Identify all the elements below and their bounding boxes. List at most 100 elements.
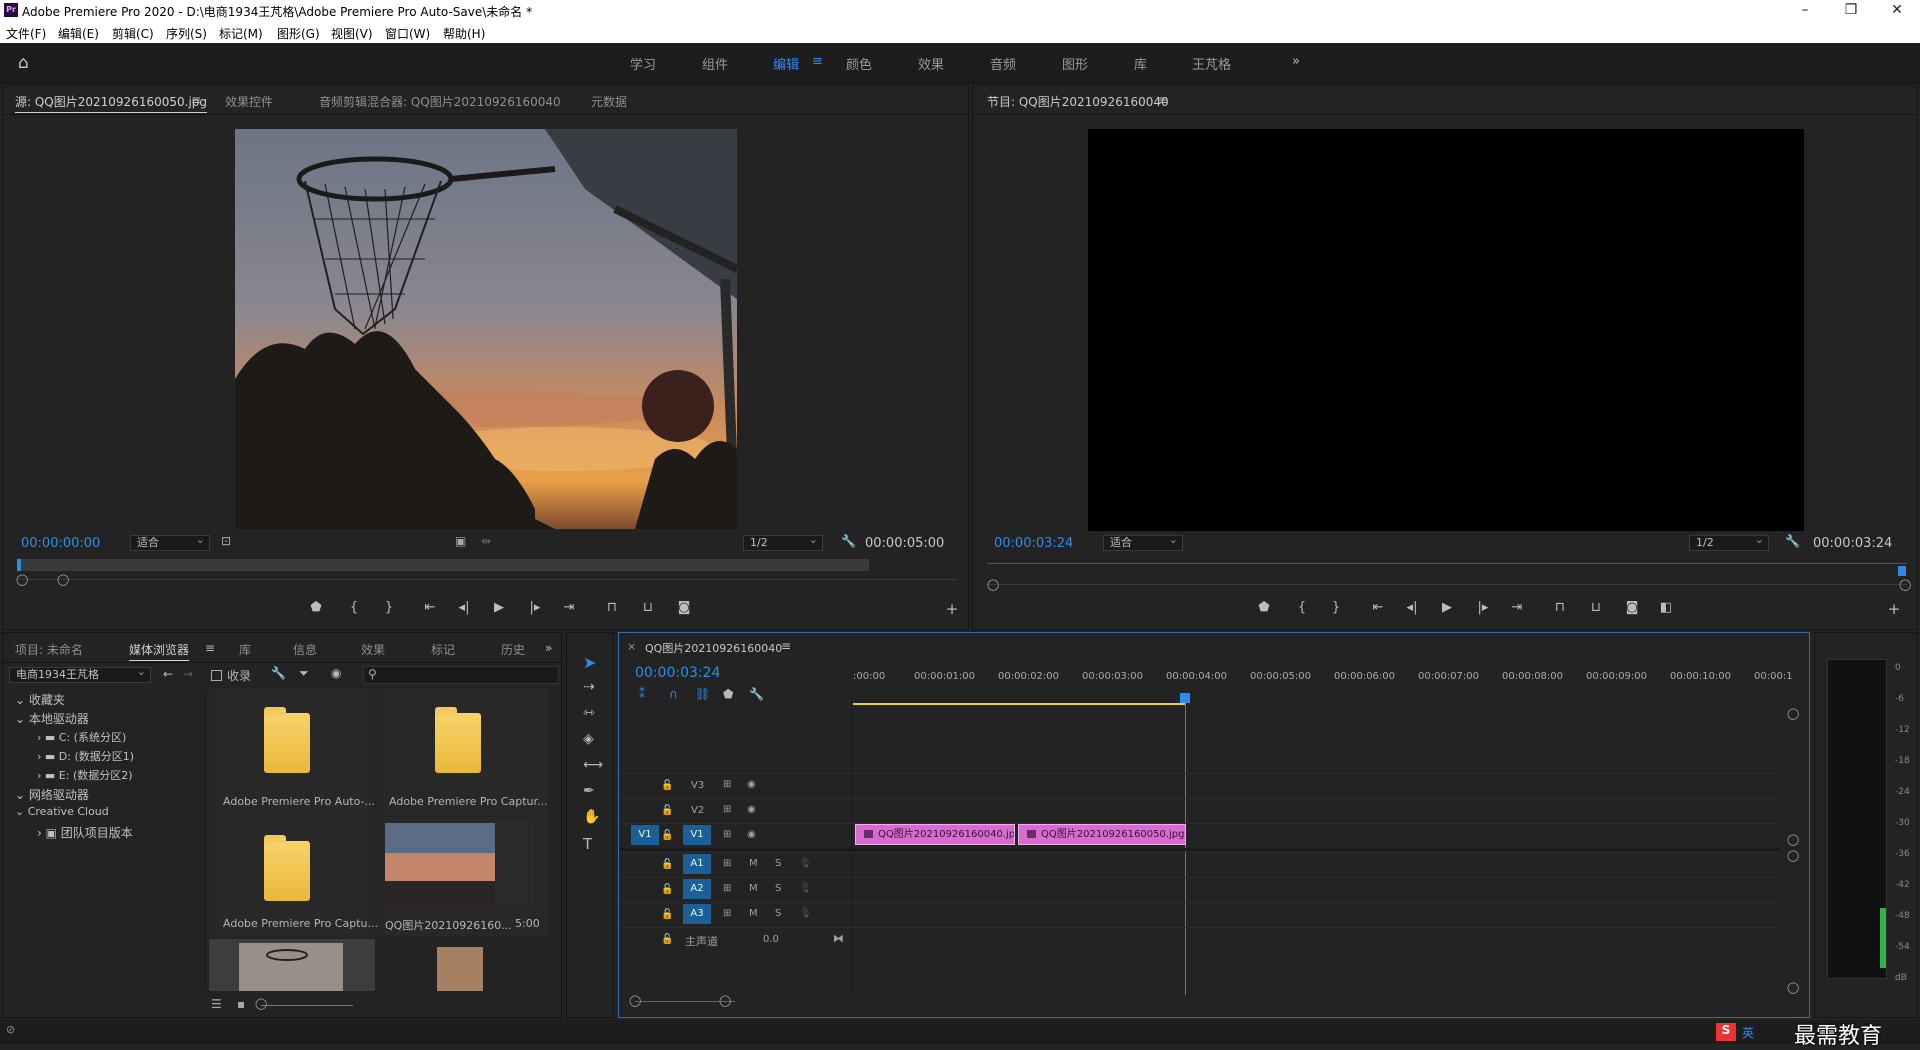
source-settings-icon[interactable]: ⊡	[221, 534, 231, 548]
filter-icon[interactable]: ⏷	[299, 666, 309, 681]
export-frame-icon[interactable]: ◙	[675, 600, 693, 615]
timeline-settings-icon[interactable]: 🔧	[749, 687, 764, 701]
overwrite-icon[interactable]: ⊔	[639, 600, 657, 615]
program-panel-menu-icon[interactable]: ≡	[1158, 93, 1168, 107]
eye-icon[interactable]: ◉	[747, 829, 756, 840]
tree-network-drives[interactable]: ⌄ 网络驱动器	[15, 786, 89, 803]
track-a1-label[interactable]: A1	[683, 854, 711, 874]
mic-icon[interactable]: 🎙	[799, 883, 812, 894]
program-fit-dropdown[interactable]: 适合	[1103, 533, 1183, 551]
video-scroll-handle-bottom[interactable]: ◯	[1787, 833, 1799, 846]
sync-lock-icon[interactable]: ⊞	[723, 779, 731, 790]
slip-tool-icon[interactable]: ⟷	[583, 757, 603, 773]
source-playhead[interactable]	[17, 559, 21, 571]
mark-out-icon[interactable]: }	[380, 600, 398, 615]
program-playhead[interactable]	[1898, 566, 1906, 576]
zoom-slider[interactable]	[261, 1005, 353, 1006]
mute-button[interactable]: M	[749, 883, 758, 894]
selection-tool-icon[interactable]: ➤	[583, 653, 596, 672]
more-workspaces-icon[interactable]: »	[1292, 54, 1300, 69]
sync-lock-icon[interactable]: ⊞	[723, 858, 731, 869]
source-playhead-timecode[interactable]: 00:00:00:00	[21, 536, 100, 551]
menu-edit[interactable]: 编辑(E)	[58, 25, 99, 42]
media-item-autosave[interactable]: Adobe Premiere Pro Auto-...	[209, 689, 375, 815]
workspace-libraries[interactable]: 库	[1134, 54, 1147, 73]
master-bowtie-icon[interactable]: ⧓	[833, 932, 844, 945]
media-item-qq-image[interactable]: QQ图片20210926160... 5:00	[377, 817, 547, 937]
program-play-icon[interactable]: ▶	[1438, 600, 1456, 615]
tab-source[interactable]: 源: QQ图片20210926160050.jpg	[15, 93, 208, 113]
close-sequence-icon[interactable]: ×	[627, 640, 636, 653]
solo-button[interactable]: S	[775, 858, 781, 869]
tree-drive-e[interactable]: › ▬ E: (数据分区2)	[37, 767, 133, 783]
location-dropdown[interactable]: 电商1934王芃格	[9, 665, 151, 683]
extract-icon[interactable]: ⊔	[1587, 600, 1605, 615]
tab-info[interactable]: 信息	[293, 641, 317, 658]
home-icon[interactable]: ⌂	[18, 53, 29, 73]
workspace-color[interactable]: 颜色	[846, 54, 872, 73]
program-zoom-handle-left[interactable]: ◯	[987, 578, 999, 591]
workspace-editing[interactable]: 编辑	[773, 54, 799, 73]
timeline-zoom-handle-left[interactable]: ◯	[629, 994, 641, 1007]
lock-icon[interactable]: 🔓	[661, 780, 673, 791]
program-go-to-in-icon[interactable]: ⇤	[1369, 600, 1387, 615]
mute-button[interactable]: M	[749, 858, 758, 869]
search-input[interactable]: ⚲	[363, 666, 559, 684]
tree-drive-d[interactable]: › ▬ D: (数据分区1)	[37, 748, 134, 764]
mark-in-icon[interactable]: {	[345, 600, 363, 615]
track-a3-label[interactable]: A3	[683, 904, 711, 924]
workspace-audio[interactable]: 音频	[990, 54, 1016, 73]
source-resolution-dropdown[interactable]: 1/2	[743, 533, 823, 551]
audio-scroll-handle-bottom[interactable]: ◯	[1787, 981, 1799, 994]
comparison-view-icon[interactable]: ◧	[1657, 600, 1675, 615]
mic-icon[interactable]: 🎙	[799, 908, 812, 919]
ingest-checkbox[interactable]	[211, 670, 222, 681]
media-item-capture-1[interactable]: Adobe Premiere Pro Captur...	[377, 689, 548, 815]
track-v1-label[interactable]: V1	[683, 825, 711, 845]
go-to-out-icon[interactable]: ⇥	[560, 600, 578, 615]
step-back-icon[interactable]: ◂|	[455, 600, 473, 615]
tab-effects[interactable]: 效果	[361, 641, 385, 658]
tree-favorites[interactable]: ⌄ 收藏夹	[15, 691, 65, 708]
tab-markers[interactable]: 标记	[431, 641, 455, 658]
razor-tool-icon[interactable]: ◈	[583, 731, 594, 747]
source-drag-video-icon[interactable]: ▣	[455, 534, 466, 548]
program-preview[interactable]	[1088, 129, 1804, 531]
audio-scroll-handle-top[interactable]: ◯	[1787, 849, 1799, 862]
view-icon[interactable]: ◉	[331, 666, 341, 680]
video-scroll-handle-top[interactable]: ◯	[1787, 707, 1799, 720]
source-zoom-handle-left[interactable]: ◯	[16, 573, 28, 586]
source-scrub-bar[interactable]	[17, 559, 869, 571]
more-tabs-icon[interactable]: »	[545, 641, 552, 655]
workspace-learn[interactable]: 学习	[630, 54, 656, 73]
nest-toggle-icon[interactable]: ⁑	[639, 687, 645, 701]
mute-button[interactable]: M	[749, 908, 758, 919]
media-item-photo[interactable]	[377, 939, 547, 991]
track-a2-label[interactable]: A2	[683, 879, 711, 899]
eye-icon[interactable]: ◉	[747, 804, 756, 815]
sync-lock-icon[interactable]: ⊞	[723, 908, 731, 919]
tree-local-drives[interactable]: ⌄ 本地驱动器	[15, 710, 89, 727]
lock-icon[interactable]: 🔓	[661, 859, 673, 870]
forward-arrow-icon[interactable]: →	[183, 667, 193, 681]
clip-qq-160050[interactable]: QQ图片20210926160050.jpg	[1018, 824, 1186, 845]
tab-metadata[interactable]: 元数据	[591, 93, 627, 110]
insert-icon[interactable]: ⊓	[603, 600, 621, 615]
workspace-menu-icon[interactable]: ≡	[812, 54, 823, 69]
lift-icon[interactable]: ⊓	[1551, 600, 1569, 615]
program-mark-in-icon[interactable]: {	[1293, 600, 1311, 615]
play-icon[interactable]: ▶	[490, 600, 508, 615]
tab-audio-clip-mixer[interactable]: 音频剪辑混合器: QQ图片20210926160040	[319, 93, 561, 110]
linked-selection-icon[interactable]: ⛓	[695, 687, 710, 701]
track-select-tool-icon[interactable]: ⇢	[583, 679, 595, 695]
lock-icon[interactable]: 🔓	[661, 805, 673, 816]
icon-view-icon[interactable]: ▪	[237, 997, 245, 1011]
hand-tool-icon[interactable]: ✋	[583, 809, 600, 825]
zoom-slider-handle[interactable]: ◯	[255, 997, 267, 1010]
tab-media-browser[interactable]: 媒体浏览器	[129, 641, 190, 661]
lock-icon[interactable]: 🔓	[661, 909, 673, 920]
tab-effect-controls[interactable]: 效果控件	[225, 93, 273, 110]
source-panel-menu-icon[interactable]: ≡	[191, 93, 201, 107]
lock-icon[interactable]: 🔓	[661, 934, 673, 945]
workspace-assembly[interactable]: 组件	[702, 54, 728, 73]
